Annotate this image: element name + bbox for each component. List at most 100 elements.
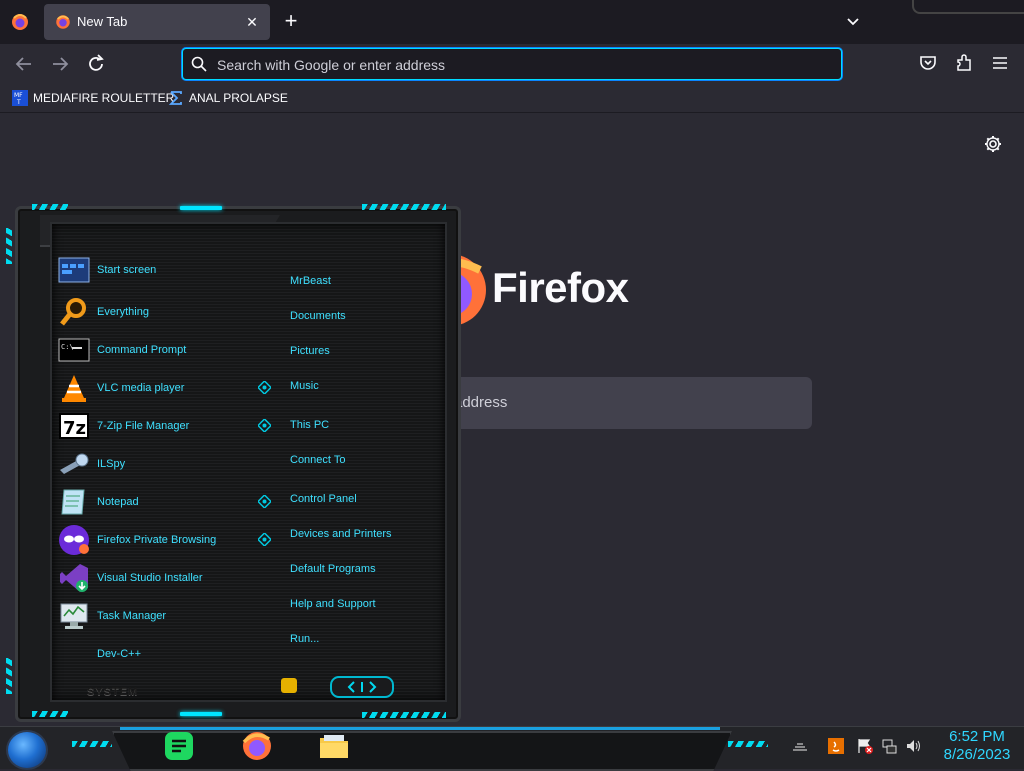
firefox-wordmark: Firefox xyxy=(492,264,629,311)
clock-date: 8/26/2023 xyxy=(943,746,1011,763)
taskbar-clock[interactable]: 6:52 PM 8/26/2023 xyxy=(930,728,1024,764)
firefox-view-icon[interactable] xyxy=(8,10,32,34)
menu-item-label: 7-Zip File Manager xyxy=(97,420,190,432)
private-browsing-icon xyxy=(59,525,89,555)
bookmark-label: ANAL PROLAPSE xyxy=(189,91,288,105)
flag-alert-icon[interactable] xyxy=(857,738,873,754)
frame-light xyxy=(180,206,222,210)
volume-icon[interactable] xyxy=(905,738,921,754)
submenu-arrow-icon xyxy=(258,419,271,432)
frame-stripe xyxy=(6,228,12,264)
devcpp-icon xyxy=(58,638,90,670)
menu-item-label: ILSpy xyxy=(97,458,126,470)
close-tab-icon[interactable]: ✕ xyxy=(242,12,262,32)
submenu-arrow-icon xyxy=(258,533,271,546)
menu-item-command-prompt[interactable]: C:\ Command Prompt xyxy=(58,334,186,366)
submenu-arrow-icon xyxy=(258,381,271,394)
frame-stripe xyxy=(6,658,12,694)
menu-item-label: Command Prompt xyxy=(97,344,187,356)
menu-link-mrbeast[interactable]: MrBeast xyxy=(290,275,331,287)
mediafire-favicon-icon: MFT xyxy=(12,90,28,106)
menu-link-help-support[interactable]: Help and Support xyxy=(290,598,376,610)
magnifier-icon xyxy=(60,298,86,326)
new-tab-button[interactable]: + xyxy=(280,10,302,34)
firefox-tab-icon xyxy=(56,15,70,29)
menu-item-label: Dev-C++ xyxy=(97,648,142,660)
extensions-icon[interactable] xyxy=(953,52,975,74)
menu-item-label: VLC media player xyxy=(97,382,185,394)
sigma-favicon-icon xyxy=(168,91,182,105)
menu-link-this-pc[interactable]: This PC xyxy=(290,419,329,431)
notes-app-icon[interactable] xyxy=(163,730,195,762)
start-orb-button[interactable] xyxy=(6,730,48,770)
svg-text:T: T xyxy=(16,99,21,106)
show-hidden-icons-icon[interactable] xyxy=(792,738,808,754)
tab-new-tab[interactable]: New Tab ✕ xyxy=(44,4,270,40)
menu-item-label: Firefox Private Browsing xyxy=(97,534,217,546)
pocket-icon[interactable] xyxy=(917,52,939,74)
notepad-icon xyxy=(61,489,85,515)
frame-stripe xyxy=(362,204,446,210)
frame-stripe xyxy=(362,712,446,718)
menu-item-task-manager[interactable]: Task Manager xyxy=(58,600,166,632)
start-screen-icon xyxy=(58,257,90,283)
reload-icon[interactable] xyxy=(84,52,108,76)
file-explorer-icon[interactable] xyxy=(318,730,350,762)
frame-stripe xyxy=(32,711,68,717)
bookmark-label: MEDIAFIRE ROULETTER xyxy=(33,91,175,105)
bookmark-second[interactable]: ANAL PROLAPSE xyxy=(168,89,288,107)
menu-item-vs-installer[interactable]: Visual Studio Installer xyxy=(58,562,203,594)
menu-item-label: Visual Studio Installer xyxy=(97,572,203,584)
menu-link-connect-to[interactable]: Connect To xyxy=(290,454,345,466)
submenu-arrow-icon xyxy=(258,495,271,508)
url-bar[interactable] xyxy=(182,48,842,80)
svg-text:7z: 7z xyxy=(63,418,86,439)
java-tray-icon[interactable] xyxy=(828,738,844,754)
ilspy-icon xyxy=(60,453,89,474)
url-input[interactable] xyxy=(215,53,819,77)
window-frame-decoration xyxy=(912,0,1024,14)
taskbar-center-plate xyxy=(112,731,732,771)
firefox-icon[interactable] xyxy=(241,730,273,762)
task-manager-icon xyxy=(60,603,88,629)
menu-link-documents[interactable]: Documents xyxy=(290,310,346,322)
chevron-down-icon[interactable] xyxy=(843,12,863,32)
menu-link-default-programs[interactable]: Default Programs xyxy=(290,563,376,575)
forward-arrow-icon[interactable] xyxy=(48,52,72,76)
network-icon[interactable] xyxy=(881,738,897,754)
menu-item-devcpp[interactable]: Dev-C++ xyxy=(58,638,141,670)
menu-item-vlc[interactable]: VLC media player xyxy=(58,372,184,404)
menu-link-run[interactable]: Run... xyxy=(290,633,319,645)
menu-link-devices-printers[interactable]: Devices and Printers xyxy=(290,528,392,540)
menu-item-everything[interactable]: Everything xyxy=(58,296,149,328)
shutdown-options-arrows-icon[interactable] xyxy=(330,676,394,698)
new-tab-search-placeholder: address xyxy=(454,394,508,411)
taskbar-stripe xyxy=(72,741,112,747)
shutdown-button[interactable] xyxy=(281,678,297,693)
svg-text:C:\: C:\ xyxy=(61,343,74,351)
menu-item-label: Everything xyxy=(97,306,149,318)
new-tab-search-box[interactable]: address xyxy=(420,377,812,429)
menu-item-private-browsing[interactable]: Firefox Private Browsing xyxy=(58,524,216,556)
vlc-cone-icon xyxy=(62,375,86,402)
menu-item-start-screen[interactable]: Start screen xyxy=(58,254,156,286)
bookmark-mediafire[interactable]: MF T MEDIAFIRE ROULETTER xyxy=(12,89,174,107)
menu-item-7zip[interactable]: 7z 7-Zip File Manager xyxy=(58,410,189,442)
menu-link-music[interactable]: Music xyxy=(290,380,319,392)
search-icon xyxy=(191,56,207,72)
menu-link-pictures[interactable]: Pictures xyxy=(290,345,330,357)
tab-bar: New Tab ✕ + xyxy=(0,0,1024,44)
frame-light xyxy=(180,712,222,716)
gear-icon[interactable] xyxy=(983,134,1003,154)
system-label: SYSTEM xyxy=(87,686,139,698)
back-arrow-icon[interactable] xyxy=(12,52,36,76)
menu-item-ilspy[interactable]: ILSpy xyxy=(58,448,125,480)
taskbar-glow xyxy=(120,727,720,730)
menu-link-control-panel[interactable]: Control Panel xyxy=(290,493,357,505)
hamburger-menu-icon[interactable] xyxy=(989,52,1011,74)
7zip-icon: 7z xyxy=(59,413,89,439)
menu-item-notepad[interactable]: Notepad xyxy=(58,486,139,518)
menu-item-label: Notepad xyxy=(97,496,139,508)
clock-time: 6:52 PM xyxy=(949,728,1005,745)
menu-item-label: Start screen xyxy=(97,264,157,276)
